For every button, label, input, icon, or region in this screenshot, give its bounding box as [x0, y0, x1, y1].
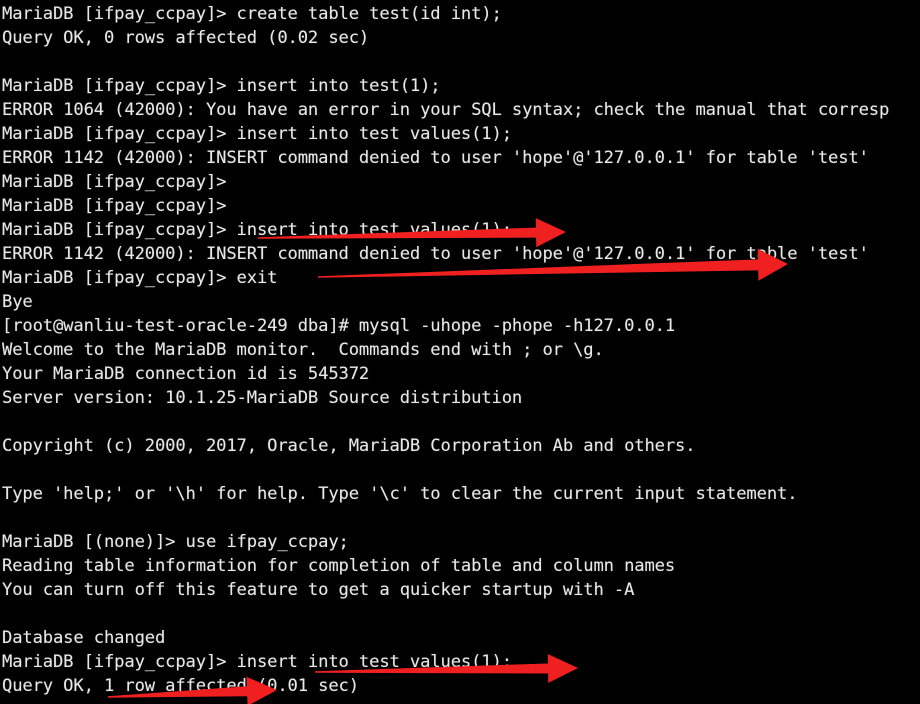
terminal-line: Query OK, 0 rows affected (0.02 sec)	[2, 28, 370, 48]
terminal-line: Server version: 10.1.25-MariaDB Source d…	[2, 388, 523, 408]
terminal-line: MariaDB [ifpay_ccpay]> create table test…	[2, 4, 502, 24]
terminal-line: Copyright (c) 2000, 2017, Oracle, MariaD…	[2, 436, 696, 456]
terminal-line: You can turn off this feature to get a q…	[2, 580, 635, 600]
terminal-line: Type 'help;' or '\h' for help. Type '\c'…	[2, 484, 798, 504]
terminal-line: ERROR 1064 (42000): You have an error in…	[2, 100, 890, 120]
terminal-line: MariaDB [ifpay_ccpay]> exit	[2, 268, 278, 288]
terminal-line: Query OK, 1 row affected (0.01 sec)	[2, 676, 359, 696]
terminal-line: Your MariaDB connection id is 545372	[2, 364, 370, 384]
terminal-line: ERROR 1142 (42000): INSERT command denie…	[2, 148, 869, 168]
terminal-line: Reading table information for completion…	[2, 556, 676, 576]
terminal-line: ERROR 1142 (42000): INSERT command denie…	[2, 244, 869, 264]
terminal-window[interactable]: MariaDB [ifpay_ccpay]> create table test…	[0, 0, 920, 704]
terminal-line: MariaDB [ifpay_ccpay]> insert into test …	[2, 124, 512, 144]
terminal-line: MariaDB [ifpay_ccpay]> insert into test …	[2, 652, 512, 672]
terminal-line: MariaDB [ifpay_ccpay]> insert into test …	[2, 220, 512, 240]
terminal-line: Welcome to the MariaDB monitor. Commands…	[2, 340, 604, 360]
terminal-line: Database changed	[2, 628, 166, 648]
terminal-output-area[interactable]: MariaDB [ifpay_ccpay]> create table test…	[0, 0, 920, 704]
terminal-line: [root@wanliu-test-oracle-249 dba]# mysql…	[2, 316, 676, 336]
terminal-line: MariaDB [ifpay_ccpay]>	[2, 172, 227, 192]
terminal-line: MariaDB [(none)]> use ifpay_ccpay;	[2, 532, 349, 552]
terminal-line: MariaDB [ifpay_ccpay]> insert into test(…	[2, 76, 441, 96]
terminal-line: MariaDB [ifpay_ccpay]>	[2, 196, 227, 216]
terminal-line: Bye	[2, 292, 33, 312]
